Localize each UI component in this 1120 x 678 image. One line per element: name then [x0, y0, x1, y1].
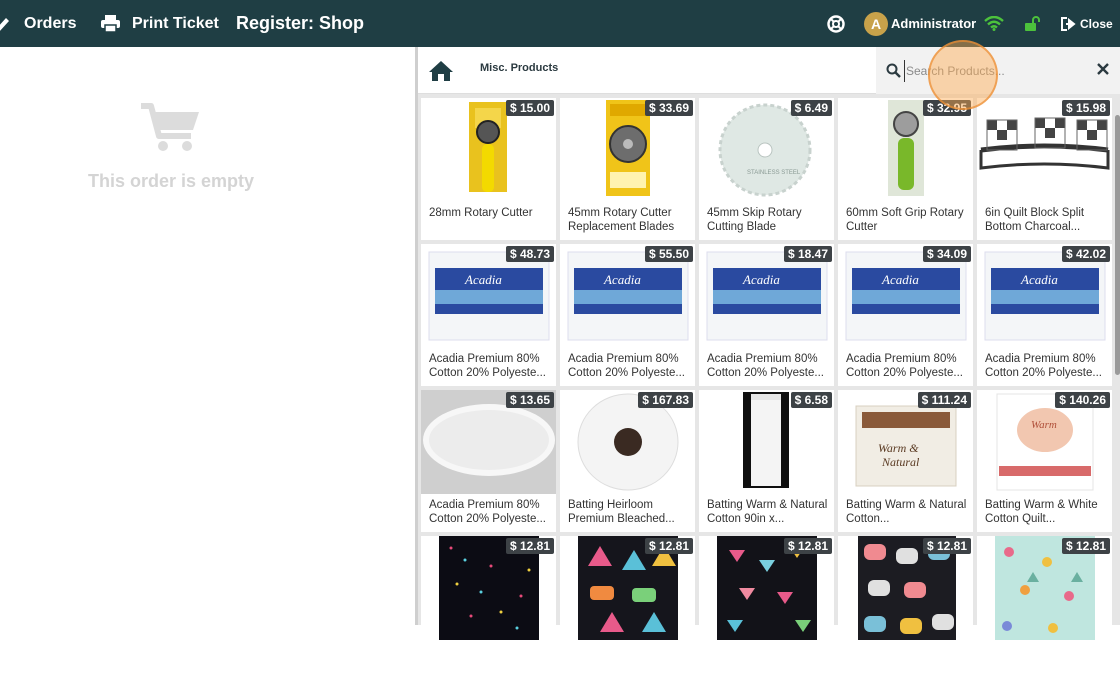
orders-button[interactable]: Orders [0, 0, 76, 47]
product-card[interactable]: Acadia $ 18.47 Acadia Premium 80% Cotton 2… [699, 244, 834, 386]
search-input[interactable] [904, 60, 1074, 82]
price-badge: $ 12.81 [1061, 538, 1110, 554]
price-badge: $ 6.49 [790, 100, 832, 116]
lock-toggle[interactable] [1024, 0, 1040, 47]
product-name: Acadia Premium 80% Cotton 20% Polyeste..… [707, 353, 824, 379]
lifebuoy-icon [827, 14, 845, 33]
svg-text:Acadia: Acadia [881, 272, 919, 287]
product-name: Batting Warm & Natural Cotton... [846, 499, 967, 525]
price-badge: $ 12.81 [505, 538, 554, 554]
user-name: Administrator [891, 16, 977, 31]
product-name: 6in Quilt Block Split Bottom Charcoal... [985, 207, 1085, 233]
product-name: 28mm Rotary Cutter [429, 207, 533, 219]
sign-out-icon [1061, 16, 1076, 31]
product-card[interactable]: Warm & Natural $ 111.24 Batting Warm & Natu… [838, 390, 973, 532]
product-card[interactable]: $ 33.69 45mm Rotary Cutter Replacement Bl… [560, 98, 695, 240]
product-card[interactable]: $ 12.81 [699, 536, 834, 678]
connection-status[interactable] [984, 0, 1004, 47]
close-label: Close [1080, 16, 1113, 31]
product-name: 45mm Rotary Cutter Replacement Blades [568, 207, 675, 233]
scroll-thumb[interactable] [1115, 115, 1120, 375]
price-badge: $ 15.98 [1061, 100, 1110, 116]
price-badge: $ 42.02 [1061, 246, 1110, 262]
svg-text:Acadia: Acadia [464, 272, 502, 287]
product-card[interactable]: $ 6.58 Batting Warm & Natural Cotton 90in… [699, 390, 834, 532]
edit-icon [0, 17, 9, 31]
orders-label: Orders [24, 14, 77, 32]
product-name: Batting Warm & Natural Cotton 90in x... [707, 499, 828, 525]
price-badge: $ 55.50 [644, 246, 693, 262]
svg-text:Acadia: Acadia [742, 272, 780, 287]
print-ticket-label: Print Ticket [132, 14, 219, 32]
price-badge: $ 18.47 [783, 246, 832, 262]
product-name: Acadia Premium 80% Cotton 20% Polyeste..… [568, 353, 685, 379]
price-badge: $ 12.81 [644, 538, 693, 554]
product-card[interactable]: $ 12.81 [838, 536, 973, 678]
register-title: Register: Shop [236, 13, 365, 33]
price-badge: $ 140.26 [1055, 392, 1110, 408]
price-badge: $ 13.65 [505, 392, 554, 408]
svg-text:Warm &: Warm & [878, 441, 919, 455]
products-pane: Misc. Products $ 15.00 28mm Rotary Cutter… [418, 47, 1120, 678]
wifi-icon [984, 16, 1004, 31]
empty-order-message: This order is empty [87, 171, 255, 191]
svg-text:STAINLESS STEEL: STAINLESS STEEL [747, 170, 801, 176]
product-card[interactable]: Acadia $ 42.02 Acadia Premium 80% Cotton 2… [977, 244, 1112, 386]
svg-text:Natural: Natural [881, 455, 920, 469]
close-button[interactable]: Close [1061, 0, 1113, 47]
search-icon [886, 63, 901, 78]
product-name: Acadia Premium 80% Cotton 20% Polyeste..… [985, 353, 1102, 379]
avatar: A [864, 11, 888, 36]
product-card[interactable]: Acadia $ 48.73 Acadia Premium 80% Cotton 2… [421, 244, 556, 386]
print-ticket-button[interactable]: Print Ticket [101, 0, 219, 47]
product-card[interactable]: Warm $ 140.26 Batting Warm & White Cotton … [977, 390, 1112, 532]
product-name: Batting Heirloom Premium Bleached... [568, 499, 675, 525]
user-menu[interactable]: A Administrator [864, 0, 976, 47]
breadcrumb[interactable]: Misc. Products [480, 62, 558, 74]
top-bar: Orders Print Ticket Register: Shop A Adm… [0, 0, 1120, 47]
product-card[interactable]: $ 13.65 Acadia Premium 80% Cotton 20% Pol… [421, 390, 556, 532]
home-button[interactable] [428, 59, 454, 83]
svg-text:Acadia: Acadia [603, 272, 641, 287]
product-card[interactable]: $ 15.98 6in Quilt Block Split Bottom Char… [977, 98, 1112, 240]
scrollbar[interactable] [1115, 95, 1120, 625]
unlock-icon [1025, 15, 1040, 31]
product-name: Acadia Premium 80% Cotton 20% Polyeste..… [429, 499, 546, 525]
product-card[interactable]: $ 167.83 Batting Heirloom Premium Bleache… [560, 390, 695, 532]
price-badge: $ 34.09 [922, 246, 971, 262]
price-badge: $ 12.81 [783, 538, 832, 554]
price-badge: $ 6.58 [790, 392, 832, 408]
product-card[interactable]: $ 32.95 60mm Soft Grip Rotary Cutter [838, 98, 973, 240]
product-name: 60mm Soft Grip Rotary Cutter [846, 207, 964, 233]
price-badge: $ 167.83 [638, 392, 693, 408]
product-card[interactable]: $ 15.00 28mm Rotary Cutter [421, 98, 556, 240]
svg-text:Acadia: Acadia [1020, 272, 1058, 287]
price-badge: $ 33.69 [644, 100, 693, 116]
product-name: Acadia Premium 80% Cotton 20% Polyeste..… [846, 353, 963, 379]
price-badge: $ 48.73 [505, 246, 554, 262]
products-toolbar: Misc. Products [418, 47, 1120, 94]
product-card[interactable]: Acadia $ 34.09 Acadia Premium 80% Cotton 2… [838, 244, 973, 386]
product-card[interactable]: $ 12.81 [421, 536, 556, 678]
svg-text:Warm: Warm [1031, 419, 1057, 431]
price-badge: $ 15.00 [505, 100, 554, 116]
product-card[interactable]: $ 12.81 [560, 536, 695, 678]
product-card[interactable]: $ 12.81 [977, 536, 1112, 678]
help-button[interactable] [827, 0, 845, 47]
price-badge: $ 12.81 [922, 538, 971, 554]
search-box [876, 47, 1120, 94]
order-pane: This order is empty [0, 47, 415, 625]
home-icon [429, 61, 453, 81]
product-card[interactable]: Acadia $ 55.50 Acadia Premium 80% Cotton 2… [560, 244, 695, 386]
product-name: 45mm Skip Rotary Cutting Blade [707, 207, 802, 233]
price-badge: $ 32.95 [922, 100, 971, 116]
product-name: Acadia Premium 80% Cotton 20% Polyeste..… [429, 353, 546, 379]
printer-icon [101, 15, 120, 32]
cart-icon [141, 103, 199, 151]
price-badge: $ 111.24 [917, 392, 971, 408]
product-name: Batting Warm & White Cotton Quilt... [985, 499, 1098, 525]
product-card[interactable]: STAINLESS STEEL $ 6.49 45mm Skip Rotary Cu… [699, 98, 834, 240]
close-icon[interactable] [1097, 63, 1109, 75]
